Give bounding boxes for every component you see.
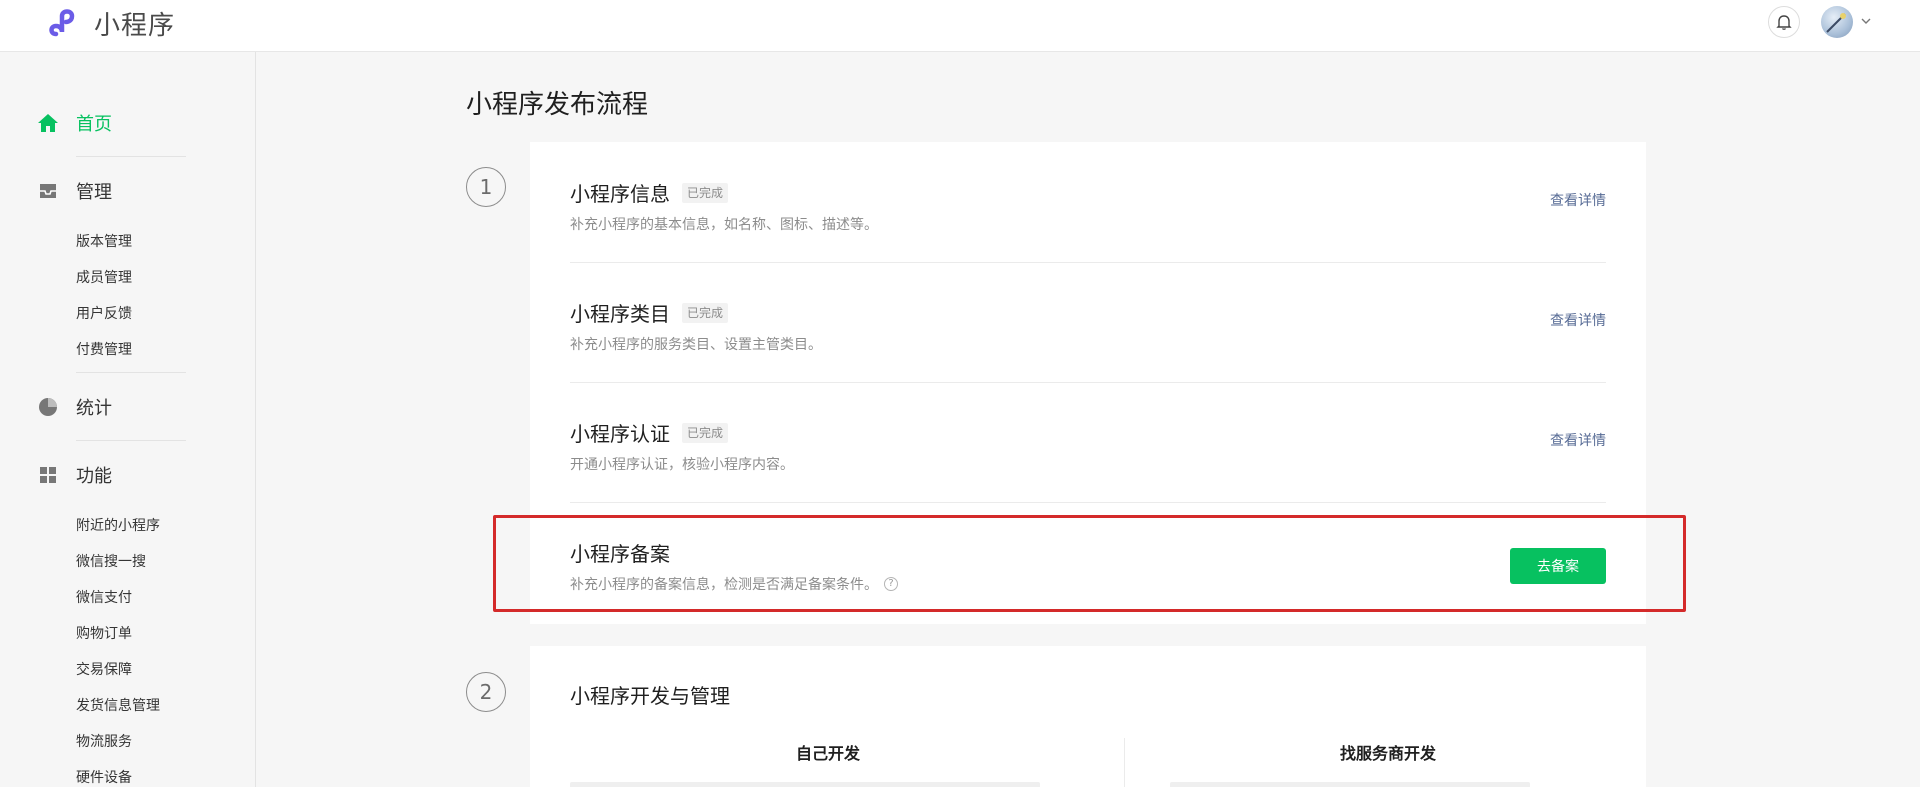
step-2-card: 小程序开发与管理 自己开发 找服务商开发 <box>530 646 1646 787</box>
view-details-link[interactable]: 查看详情 <box>1550 430 1606 450</box>
sidebar-subitem-members[interactable]: 成员管理 <box>76 267 132 287</box>
sidebar-subitem-search[interactable]: 微信搜一搜 <box>76 551 146 571</box>
self-develop-title[interactable]: 自己开发 <box>796 740 860 764</box>
step-number-2: 2 <box>466 672 506 712</box>
item-description: 补充小程序的服务类目、设置主管类目。 <box>570 334 822 354</box>
status-badge: 已完成 <box>682 422 729 443</box>
item-description: 开通小程序认证，核验小程序内容。 <box>570 454 794 474</box>
text-placeholder <box>570 782 1040 787</box>
sidebar-subitem-shipping-info[interactable]: 发货信息管理 <box>76 695 160 715</box>
sidebar-item-stats[interactable]: 统计 <box>36 394 112 420</box>
sidebar-subitem-trade-guarantee[interactable]: 交易保障 <box>76 659 132 679</box>
sidebar-item-manage[interactable]: 管理 <box>36 178 112 204</box>
list-item-category: 小程序类目 已完成 补充小程序的服务类目、设置主管类目。 查看详情 <box>570 298 1606 358</box>
item-description-text: 开通小程序认证，核验小程序内容。 <box>570 457 794 473</box>
page-title: 小程序发布流程 <box>466 90 649 120</box>
sidebar-subitem-nearby[interactable]: 附近的小程序 <box>76 515 160 535</box>
sidebar-item-label: 管理 <box>76 182 112 203</box>
item-title-row: 小程序类目 已完成 <box>570 298 729 327</box>
status-badge: 已完成 <box>682 302 729 323</box>
text-placeholder <box>1170 782 1530 787</box>
sidebar-item-label: 统计 <box>76 398 112 419</box>
divider <box>76 156 186 157</box>
item-description-text: 补充小程序的服务类目、设置主管类目。 <box>570 337 822 353</box>
divider <box>570 502 1606 503</box>
item-title: 小程序类目 <box>570 302 670 326</box>
sidebar-subitem-feedback[interactable]: 用户反馈 <box>76 303 132 323</box>
sidebar-subitem-hardware[interactable]: 硬件设备 <box>76 767 132 787</box>
top-bar: 小程序 <box>0 0 1920 52</box>
app-logo[interactable]: 小程序 <box>46 4 175 42</box>
item-title: 小程序认证 <box>570 422 670 446</box>
sidebar-item-label: 首页 <box>76 114 112 135</box>
sidebar-item-features[interactable]: 功能 <box>36 462 112 488</box>
item-description-text: 补充小程序的基本信息，如名称、图标、描述等。 <box>570 217 878 233</box>
inbox-icon <box>36 179 60 203</box>
sidebar-subitem-version[interactable]: 版本管理 <box>76 231 132 251</box>
sidebar-subitem-orders[interactable]: 购物订单 <box>76 623 132 643</box>
notification-button[interactable] <box>1768 6 1800 38</box>
bell-icon <box>1776 15 1792 30</box>
sidebar-subitem-wechat-pay[interactable]: 微信支付 <box>76 587 132 607</box>
app-title: 小程序 <box>94 10 176 41</box>
sidebar: 首页 管理 版本管理 成员管理 用户反馈 付费管理 统计 功能 附近的小程序 微… <box>0 52 256 787</box>
view-details-link[interactable]: 查看详情 <box>1550 190 1606 210</box>
sidebar-item-home[interactable]: 首页 <box>36 110 112 136</box>
item-title-row: 小程序信息 已完成 <box>570 178 729 207</box>
divider <box>570 382 1606 383</box>
view-details-link[interactable]: 查看详情 <box>1550 310 1606 330</box>
item-title: 小程序信息 <box>570 182 670 206</box>
list-item-verification: 小程序认证 已完成 开通小程序认证，核验小程序内容。 查看详情 <box>570 418 1606 478</box>
sidebar-subitem-logistics[interactable]: 物流服务 <box>76 731 132 751</box>
status-badge: 已完成 <box>682 182 729 203</box>
pie-chart-icon <box>36 395 60 419</box>
step-number-1: 1 <box>466 167 506 207</box>
highlight-box <box>493 515 1686 612</box>
item-description: 补充小程序的基本信息，如名称、图标、描述等。 <box>570 214 878 234</box>
service-provider-title[interactable]: 找服务商开发 <box>1340 740 1436 764</box>
divider <box>1124 738 1125 787</box>
divider <box>76 440 186 441</box>
avatar[interactable] <box>1821 6 1853 38</box>
home-icon <box>36 111 60 135</box>
divider <box>76 372 186 373</box>
item-title-row: 小程序认证 已完成 <box>570 418 729 447</box>
grid-icon <box>36 463 60 487</box>
mini-program-logo-icon <box>49 9 75 37</box>
avatar-image-icon <box>1826 13 1846 33</box>
sidebar-item-label: 功能 <box>76 466 112 487</box>
sidebar-subitem-payment[interactable]: 付费管理 <box>76 339 132 359</box>
list-item-info: 小程序信息 已完成 补充小程序的基本信息，如名称、图标、描述等。 查看详情 <box>570 178 1606 238</box>
divider <box>570 262 1606 263</box>
section-title: 小程序开发与管理 <box>570 684 730 708</box>
chevron-down-icon[interactable] <box>1859 14 1873 28</box>
